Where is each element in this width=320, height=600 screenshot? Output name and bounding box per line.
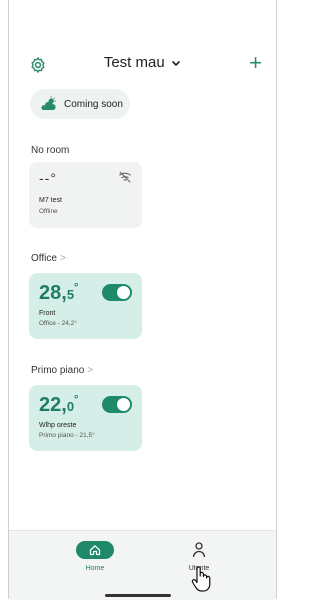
device-status: Offline bbox=[39, 208, 58, 215]
power-toggle[interactable] bbox=[102, 396, 132, 413]
section-primo-piano[interactable]: Primo piano > bbox=[31, 365, 93, 376]
page-title: Test mau bbox=[103, 54, 165, 71]
wifi-off-icon bbox=[119, 171, 131, 183]
hand-cursor-icon bbox=[191, 566, 211, 592]
power-toggle[interactable] bbox=[102, 284, 132, 301]
user-icon bbox=[192, 542, 206, 558]
section-no-room: No room bbox=[31, 145, 69, 156]
device-name: Wlhp oreste bbox=[39, 422, 77, 429]
nav-home[interactable]: Home bbox=[65, 541, 125, 572]
temperature-value: 28,5° bbox=[39, 282, 79, 304]
home-icon bbox=[89, 545, 101, 556]
chevron-right-icon: > bbox=[59, 253, 66, 264]
chevron-down-icon bbox=[172, 60, 181, 66]
device-name: Front bbox=[39, 310, 56, 317]
home-icon-pill bbox=[76, 541, 114, 559]
device-card-wlhp-oreste[interactable]: 22,0° Wlhp oreste Primo piano - 21,5° bbox=[29, 385, 142, 451]
temperature-value: --° bbox=[39, 170, 57, 186]
bottom-navigation: Home Utente bbox=[9, 530, 276, 600]
section-office[interactable]: Office > bbox=[31, 253, 66, 264]
header: Test mau + bbox=[9, 50, 276, 78]
weather-pill[interactable]: Coming soon bbox=[30, 89, 130, 119]
nav-home-label: Home bbox=[85, 565, 105, 572]
section-title: No room bbox=[31, 145, 70, 156]
weather-label: Coming soon bbox=[64, 98, 123, 110]
chevron-right-icon: > bbox=[87, 365, 94, 376]
device-status: Primo piano - 21,5° bbox=[39, 432, 95, 439]
section-title: Primo piano bbox=[31, 365, 85, 376]
partly-sunny-icon bbox=[41, 96, 56, 110]
temperature-value: 22,0° bbox=[39, 394, 79, 416]
device-card-front[interactable]: 28,5° Front Office - 24,2° bbox=[29, 273, 142, 339]
section-title: Office bbox=[31, 253, 57, 264]
home-selector[interactable]: Test mau bbox=[9, 54, 276, 72]
device-status: Office - 24,2° bbox=[39, 320, 77, 327]
device-card-m7-test[interactable]: --° M7 test Offline bbox=[29, 162, 142, 228]
plus-icon[interactable]: + bbox=[249, 50, 262, 76]
app-screen: Test mau + Coming soon No room --° M7 te bbox=[8, 0, 277, 600]
gesture-bar bbox=[105, 594, 171, 597]
device-name: M7 test bbox=[39, 197, 62, 204]
